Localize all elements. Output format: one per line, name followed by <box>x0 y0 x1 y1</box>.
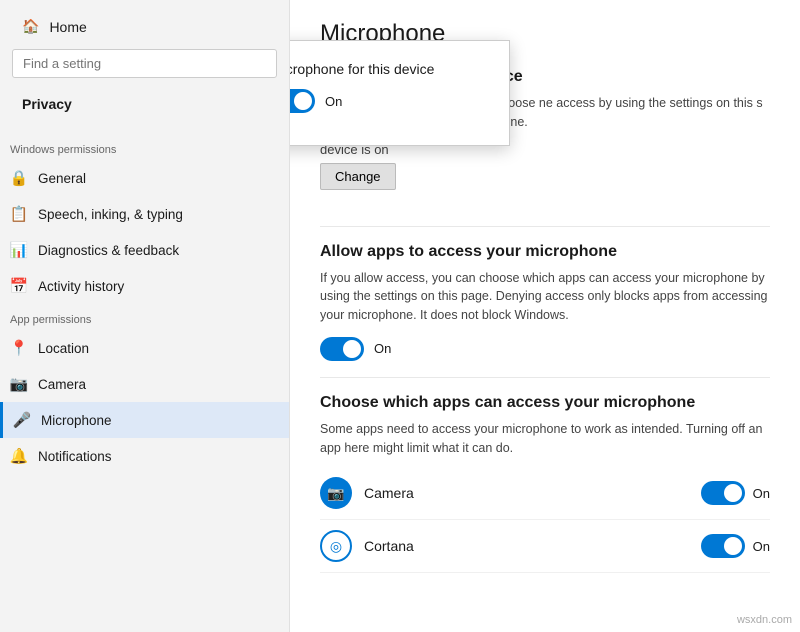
device-popup: Microphone for this device On <box>290 40 510 146</box>
sidebar-item-label: Activity history <box>38 279 124 294</box>
location-icon: 📍 <box>10 339 28 357</box>
sidebar-item-diagnostics[interactable]: 📊 Diagnostics & feedback <box>0 232 289 268</box>
sidebar-item-microphone[interactable]: 🎤 Microphone <box>0 402 289 438</box>
microphone-icon: 🎤 <box>13 411 31 429</box>
popup-toggle-label: On <box>325 94 342 109</box>
sidebar-item-label: Diagnostics & feedback <box>38 243 179 258</box>
sidebar-item-camera[interactable]: 📷 Camera <box>0 366 289 402</box>
popup-title: Microphone for this device <box>290 61 489 77</box>
popup-toggle[interactable] <box>290 89 315 113</box>
speech-icon: 📋 <box>10 205 28 223</box>
main-content: Microphone Microphone for this device On… <box>290 0 800 632</box>
home-icon: 🏠 <box>22 18 39 35</box>
sidebar-item-activity[interactable]: 📅 Activity history <box>0 268 289 304</box>
sidebar-item-label: Microphone <box>41 413 112 428</box>
search-input[interactable] <box>12 49 277 78</box>
sidebar-top: 🏠 Home Privacy <box>0 0 289 134</box>
sidebar-item-label: Notifications <box>38 449 112 464</box>
notifications-icon: 🔔 <box>10 447 28 465</box>
sidebar-item-general[interactable]: 🔒 General <box>0 160 289 196</box>
popup-overlay: Microphone for this device On <box>290 0 800 632</box>
sidebar-item-notifications[interactable]: 🔔 Notifications <box>0 438 289 474</box>
diagnostics-icon: 📊 <box>10 241 28 259</box>
sidebar-item-label: Location <box>38 341 89 356</box>
app-permissions-header: App permissions <box>0 304 289 330</box>
privacy-label: Privacy <box>12 88 277 120</box>
lock-icon: 🔒 <box>10 169 28 187</box>
sidebar: 🏠 Home Privacy Windows permissions 🔒 Gen… <box>0 0 290 632</box>
popup-toggle-row: On <box>290 89 489 113</box>
sidebar-item-location[interactable]: 📍 Location <box>0 330 289 366</box>
sidebar-item-home[interactable]: 🏠 Home <box>12 10 277 43</box>
sidebar-item-label: General <box>38 171 86 186</box>
home-label: Home <box>49 19 86 35</box>
camera-icon: 📷 <box>10 375 28 393</box>
sidebar-item-speech[interactable]: 📋 Speech, inking, & typing <box>0 196 289 232</box>
activity-icon: 📅 <box>10 277 28 295</box>
popup-toggle-knob <box>294 92 312 110</box>
windows-permissions-header: Windows permissions <box>0 134 289 160</box>
sidebar-item-label: Speech, inking, & typing <box>38 207 183 222</box>
sidebar-item-label: Camera <box>38 377 86 392</box>
